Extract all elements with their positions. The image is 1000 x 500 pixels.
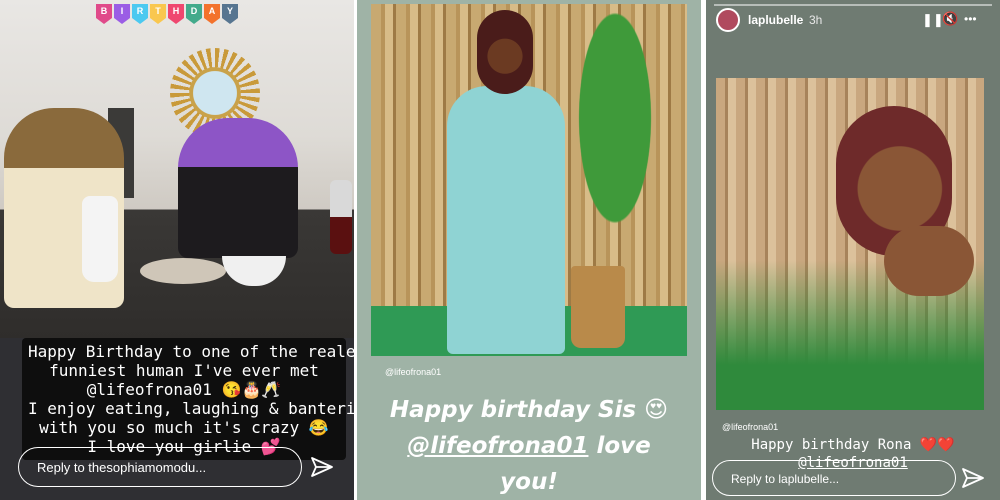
banner-flag: R [132, 4, 148, 24]
story-header: laplubelle 3h ❚❚ 🔇 ••• [706, 8, 1000, 36]
banner-flag: T [150, 4, 166, 24]
mention-sticker[interactable]: @lifeofrona01 [385, 367, 441, 377]
story-photo-rona [716, 78, 984, 410]
water-pitcher [82, 196, 118, 282]
banner-flag: D [186, 4, 202, 24]
woman-head [477, 10, 533, 94]
caption-mention-tail: love [588, 433, 651, 459]
banner-flag: B [96, 4, 112, 24]
story-caption: Happy birthday Sis 😍 @lifeofrona01 love … [357, 392, 701, 500]
avatar[interactable] [716, 8, 740, 32]
story-panel-sis: @lifeofrona01 Happy birthday Sis 😍 @life… [357, 0, 701, 500]
more-options-icon[interactable]: ••• [964, 12, 977, 26]
banner-flag: Y [222, 4, 238, 24]
caption-line: Happy birthday Sis 😍 [389, 397, 669, 423]
reply-input[interactable]: Reply to thesophiamomodu... [18, 447, 302, 487]
paper-plane-icon[interactable] [961, 466, 985, 490]
caption-mention[interactable]: @lifeofrona01 [407, 433, 588, 459]
caption-line: with you so much it's crazy 😂 [39, 418, 329, 437]
caption-line: Happy birthday Rona ❤️❤️ [706, 436, 1000, 454]
pointing-hand [884, 226, 974, 296]
caption-line: you! [500, 469, 558, 495]
banner-flag: I [114, 4, 130, 24]
story-progress-bar [714, 4, 992, 6]
story-caption: Happy Birthday to one of the realest, fu… [22, 338, 354, 460]
bamboo-plant [559, 10, 671, 280]
caption-text: Happy birthday Rona [751, 437, 912, 453]
reply-input[interactable]: Reply to laplubelle... [712, 460, 956, 496]
wicker-pot [571, 266, 625, 348]
username[interactable]: laplubelle [748, 13, 803, 27]
caption-line: Happy Birthday to one of the realest, [28, 342, 354, 361]
hearts-emoji: ❤️❤️ [919, 437, 955, 453]
caption-line: funniest human I've ever met [49, 361, 319, 380]
mute-icon[interactable]: 🔇 [942, 11, 958, 27]
paper-plane-icon[interactable] [310, 455, 334, 479]
banner-flag: H [168, 4, 184, 24]
story-panel-laplubelle: laplubelle 3h ❚❚ 🔇 ••• @lifeofrona01 Hap… [706, 0, 1000, 500]
caption-line: @lifeofrona01 love [357, 428, 701, 464]
mention-sticker[interactable]: @lifeofrona01 [722, 422, 778, 432]
pause-icon[interactable]: ❚❚ [922, 12, 944, 28]
caption-line: I enjoy eating, laughing & bantering [28, 399, 354, 418]
drink-bottle [330, 180, 352, 254]
story-photo-dinner: BIRTHDAY [0, 0, 354, 338]
post-time: 3h [809, 13, 823, 27]
caption-line: @lifeofrona01 😘🎂🥂 [86, 380, 282, 399]
person-purple-hair [178, 118, 298, 258]
birthday-banner: BIRTHDAY [96, 4, 238, 26]
story-panel-sophiamomodu: BIRTHDAY Happy Birthday to one of the re… [0, 0, 354, 500]
food-plate [140, 258, 226, 284]
woman-blue-dress [447, 86, 565, 354]
story-photo-bamboo [371, 4, 687, 356]
white-bowl [222, 256, 286, 286]
banner-flag: A [204, 4, 220, 24]
